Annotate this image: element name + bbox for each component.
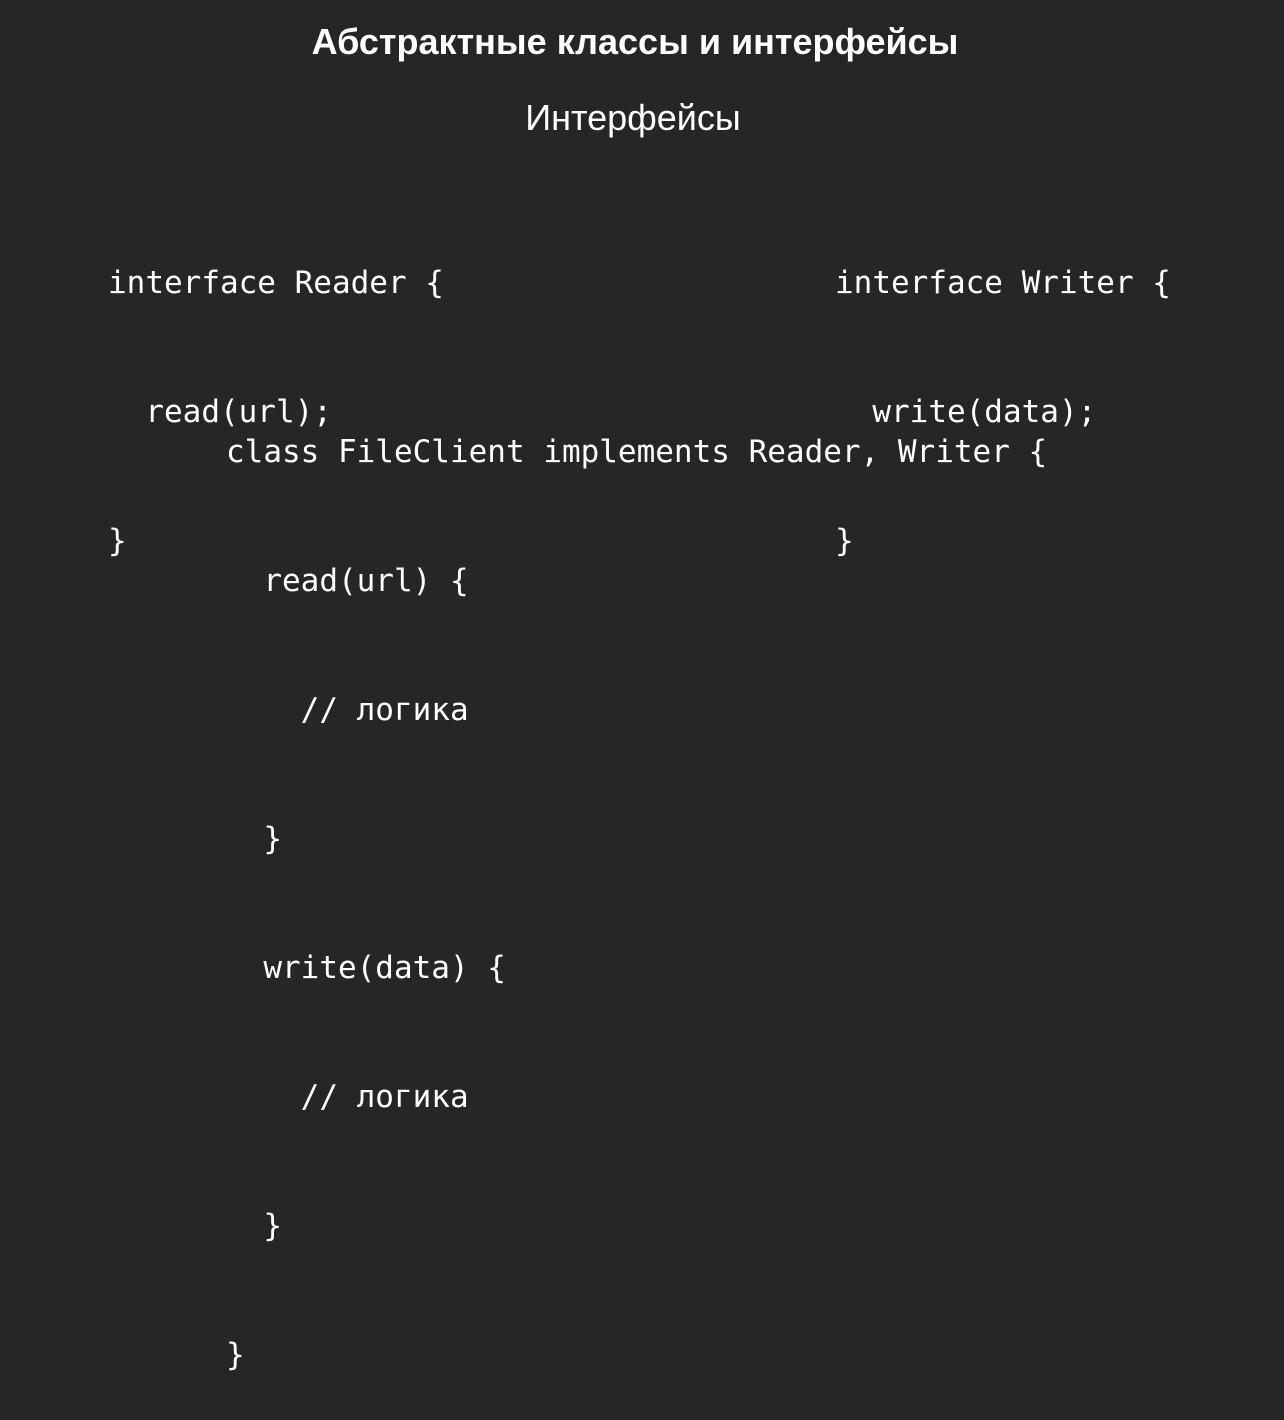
- code-line: write(data) {: [226, 950, 506, 986]
- code-line: // логика: [226, 1079, 469, 1115]
- code-line: interface Reader {: [108, 265, 444, 301]
- code-line: interface Writer {: [835, 265, 1171, 301]
- code-line: }: [226, 1208, 282, 1244]
- slide-title: Абстрактные классы и интерфейсы: [311, 21, 959, 62]
- code-line: }: [226, 821, 282, 857]
- slide-subtitle: Интерфейсы: [525, 97, 741, 138]
- code-line: class FileClient implements Reader, Writ…: [226, 434, 1048, 470]
- code-line: }: [226, 1337, 245, 1373]
- code-line: // логика: [226, 692, 469, 728]
- code-line: read(url) {: [226, 563, 469, 599]
- file-client-class-code: class FileClient implements Reader, Writ…: [226, 345, 1047, 1420]
